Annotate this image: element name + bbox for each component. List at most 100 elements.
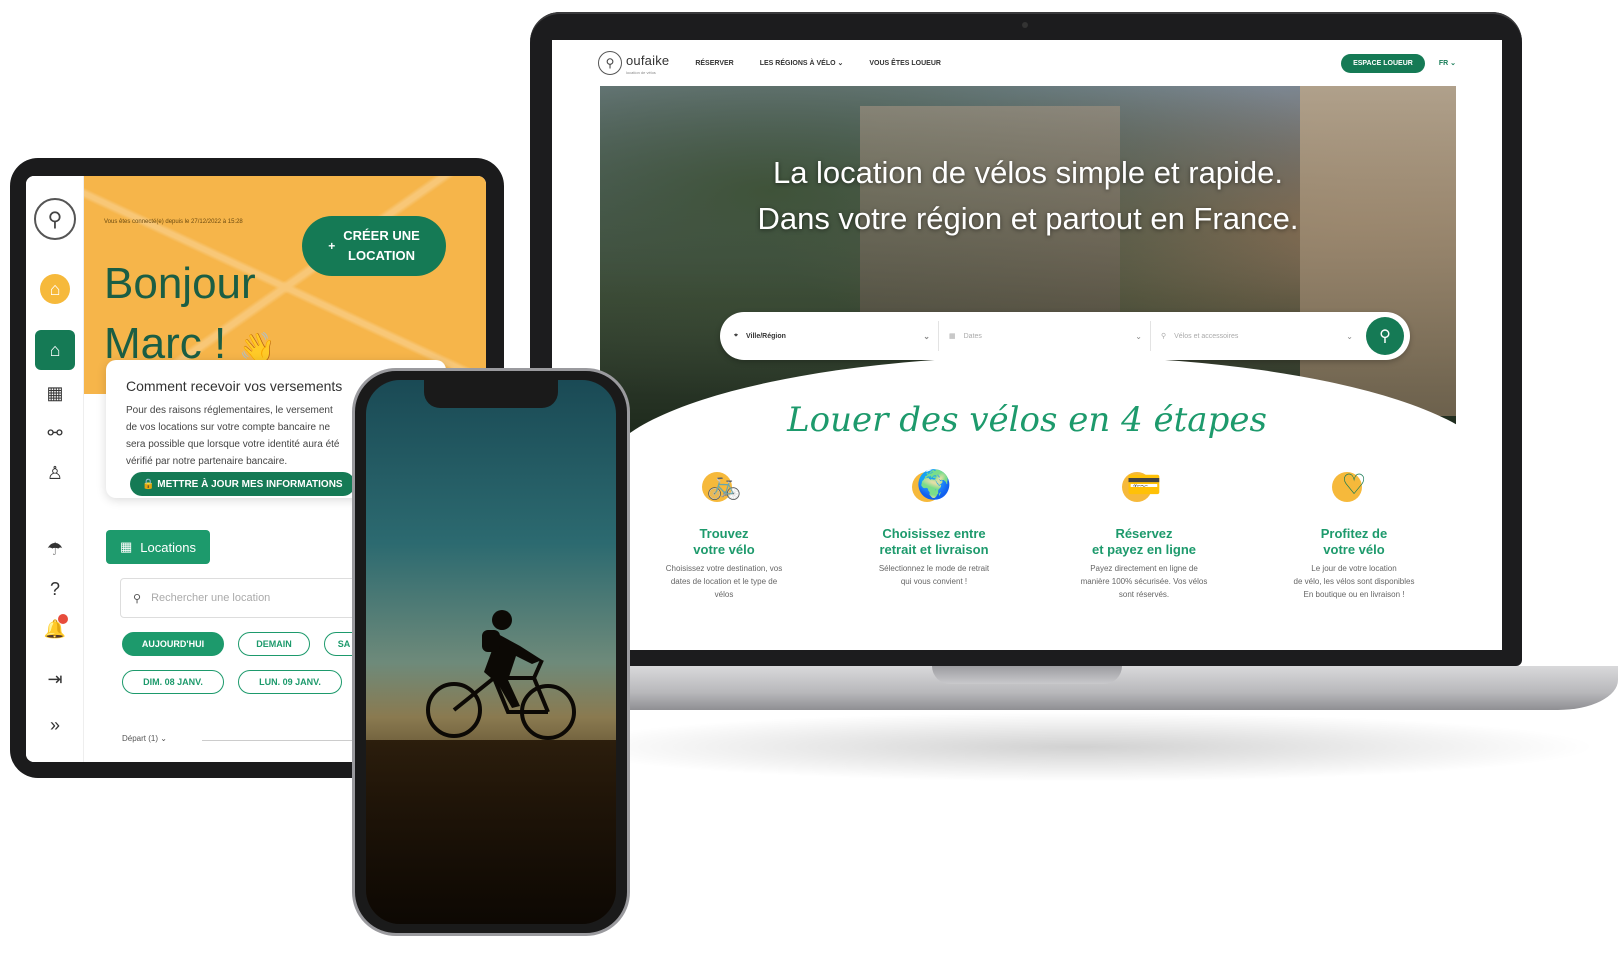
chip-sunday[interactable]: DIM. 08 JANV. [122, 670, 224, 694]
heart-check-icon: ♡ [1341, 469, 1367, 500]
logo-text: oufaike [626, 52, 670, 68]
notification-dot [58, 614, 68, 624]
bikes-icon[interactable]: ⚯ [40, 418, 70, 448]
nav-link-regions[interactable]: LES RÉGIONS À VÉLO ⌄ [760, 59, 844, 67]
laptop-notch [932, 666, 1122, 684]
hero-title: La location de vélos simple et rapide. D… [600, 150, 1456, 242]
step-desc-line1: Payez directement en ligne de [1090, 564, 1198, 573]
language-selector[interactable]: FR ⌄ [1439, 59, 1456, 67]
step-title: Réservez et payez en ligne [1064, 526, 1224, 558]
lock-icon: 🔒 [142, 478, 158, 490]
step-title-line1: Choisissez entre [882, 526, 986, 541]
step-description: Sélectionnez le mode de retrait qui vous … [854, 562, 1014, 588]
search-icon: ⚲ [1379, 328, 1391, 345]
expand-icon[interactable]: » [40, 710, 70, 740]
shop-icon[interactable]: ⌂ [40, 274, 70, 304]
step-desc-line3: sont réservés. [1118, 590, 1170, 599]
step-title-line1: Trouvez [699, 526, 749, 541]
search-bar: ⌖ Ville/Région ⌄ ▦ Dates ⌄ ⚲ Vélos et ac… [720, 312, 1410, 360]
step-title-line2: retrait et livraison [879, 542, 989, 557]
user-icon[interactable]: ♙ [40, 458, 70, 488]
home-icon[interactable]: ⌂ [35, 330, 75, 370]
pin-icon: ⌖ [734, 332, 738, 339]
dates-placeholder: Dates [963, 332, 982, 340]
nav-link-reserver[interactable]: RÉSERVER [695, 60, 733, 67]
create-location-button[interactable]: + CRÉER UNE LOCATION [302, 216, 446, 276]
chevron-down-icon: ⌄ [923, 331, 930, 341]
bike-icon: 🚲 [706, 469, 742, 500]
update-info-button[interactable]: 🔒 METTRE À JOUR MES INFORMATIONS [130, 472, 355, 496]
site-logo[interactable]: ⚲ oufaike location de vélos [598, 51, 669, 75]
create-label-line2: LOCATION [348, 248, 415, 263]
step-title: Trouvez votre vélo [644, 526, 804, 558]
help-icon[interactable]: ? [40, 574, 70, 604]
step-description: Payez directement en ligne de manière 100… [1064, 562, 1224, 601]
chip-monday[interactable]: LUN. 09 JANV. [238, 670, 342, 694]
location-search-input[interactable]: ⚲ Rechercher une location [120, 578, 380, 618]
steps-row: 🚲 Trouvez votre vélo Choisissez votre des… [644, 464, 1434, 601]
laptop-screen: ⚲ oufaike location de vélos RÉSERVER LES… [552, 40, 1502, 650]
tablet-sidebar: ⚲ ⌂ ⌂ ▦ ⚯ ♙ ☂ ? 🔔 ⇥ » [26, 176, 84, 762]
logo-subtitle: location de vélos [626, 69, 656, 75]
bell-icon[interactable]: 🔔 [40, 614, 70, 644]
create-label-line1: CRÉER UNE [343, 228, 420, 243]
step-description: Le jour de votre location de vélo, les vé… [1274, 562, 1434, 601]
search-placeholder: Rechercher une location [151, 592, 271, 604]
dates-select[interactable]: ▦ Dates ⌄ [939, 321, 1151, 351]
cyclist-silhouette [426, 610, 576, 740]
step-find-bike: 🚲 Trouvez votre vélo Choisissez votre des… [644, 464, 804, 601]
hero-title-line1: La location de vélos simple et rapide. [772, 155, 1284, 190]
bike-small-icon: ⚲ [1161, 333, 1167, 340]
hero-title-line2: Dans votre région et partout en France. [757, 201, 1299, 236]
step-title-line2: votre vélo [693, 542, 755, 557]
step-pickup-delivery: 🌍 Choisissez entre retrait et livraison S… [854, 464, 1014, 601]
step-description: Choisissez votre destination, vos dates d… [644, 562, 804, 601]
location-select[interactable]: ⌖ Ville/Région ⌄ [734, 321, 939, 351]
umbrella-icon[interactable]: ☂ [40, 534, 70, 564]
step-icon-wrap: 🌍 [906, 464, 962, 514]
step-desc-line2: de vélo, les vélos sont disponibles [1293, 577, 1415, 586]
search-button[interactable]: ⚲ [1366, 317, 1404, 355]
step-icon-wrap: 💳 [1116, 464, 1172, 514]
step-desc-line3: vélos [714, 590, 734, 599]
step-title-line1: Profitez de [1320, 526, 1388, 541]
plus-icon: + [328, 239, 336, 253]
step-desc-line1: Sélectionnez le mode de retrait [878, 564, 990, 573]
connected-since: Vous êtes connecté(e) depuis le 27/12/20… [104, 219, 243, 225]
chip-today[interactable]: AUJOURD'HUI [122, 632, 224, 656]
depart-filter[interactable]: Départ (1) ⌄ [122, 734, 167, 743]
step-title-line2: et payez en ligne [1091, 542, 1197, 557]
step-desc-line2: manière 100% sécurisée. Vos vélos [1080, 577, 1208, 586]
chip-tomorrow[interactable]: DEMAIN [238, 632, 310, 656]
calendar-icon[interactable]: ▦ [40, 378, 70, 408]
laptop-shadow [560, 712, 1600, 782]
step-desc-line2: dates de location et le type de [670, 577, 778, 586]
calendar-icon: ▦ [949, 333, 956, 340]
globe-pin-icon: 🌍 [916, 469, 952, 500]
nav-link-loueur[interactable]: VOUS ÊTES LOUEUR [869, 60, 941, 67]
site-navbar: ⚲ oufaike location de vélos RÉSERVER LES… [552, 40, 1502, 86]
hero-banner: La location de vélos simple et rapide. D… [600, 86, 1456, 436]
espace-loueur-button[interactable]: ESPACE LOUEUR [1341, 53, 1425, 73]
hero-building-right [1300, 86, 1456, 416]
locations-tab[interactable]: ▦ Locations [106, 530, 210, 564]
step-title-line1: Réservez [1115, 526, 1173, 541]
bikes-placeholder: Vélos et accessoires [1174, 332, 1239, 340]
create-label: CRÉER UNE LOCATION [343, 226, 420, 266]
greeting-line1: Bonjour [104, 259, 256, 308]
devices-mockup: ⚲ oufaike location de vélos RÉSERVER LES… [0, 0, 1618, 956]
step-desc-line1: Le jour de votre location [1311, 564, 1397, 573]
bikes-select[interactable]: ⚲ Vélos et accessoires ⌄ [1151, 321, 1361, 351]
phone-grass [366, 740, 616, 924]
card-icon: 💳 [1126, 469, 1162, 500]
logout-icon[interactable]: ⇥ [40, 664, 70, 694]
app-logo-icon[interactable]: ⚲ [34, 198, 76, 240]
step-icon-wrap: 🚲 [696, 464, 752, 514]
step-desc-line1: Choisissez votre destination, vos [665, 564, 783, 573]
steps-title: Louer des vélos en 4 étapes [787, 400, 1267, 440]
search-icon: ⚲ [133, 592, 142, 605]
step-title: Choisissez entre retrait et livraison [854, 526, 1014, 558]
step-book-pay: 💳 Réservez et payez en ligne Payez direct… [1064, 464, 1224, 601]
step-desc-line2: qui vous convient ! [900, 577, 968, 586]
update-info-label: METTRE À JOUR MES INFORMATIONS [157, 478, 343, 490]
